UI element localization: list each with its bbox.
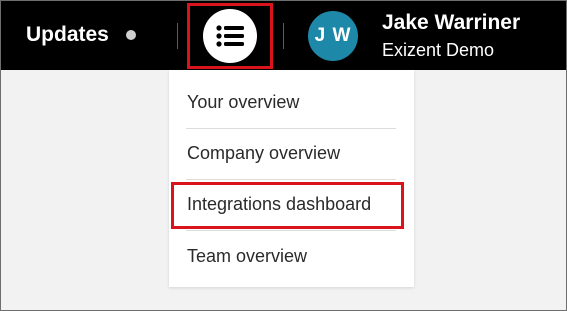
menu-divider <box>186 179 396 180</box>
updates-link[interactable]: Updates <box>26 21 109 49</box>
app-frame: Updates J W Jake Warriner Exizent Demo Y… <box>0 0 567 311</box>
nav-divider <box>283 23 284 49</box>
list-icon <box>216 25 244 47</box>
menu-item-team-overview[interactable]: Team overview <box>187 244 307 268</box>
nav-divider <box>177 23 178 49</box>
menu-button[interactable] <box>203 9 257 63</box>
user-organization: Exizent Demo <box>382 40 495 60</box>
menu-item-company-overview[interactable]: Company overview <box>187 141 340 165</box>
menu-item-your-overview[interactable]: Your overview <box>187 90 299 114</box>
top-navigation-bar: Updates J W Jake Warriner Exizent Demo <box>1 1 566 70</box>
overview-dropdown-menu: Your overview Company overview Integrati… <box>169 70 414 287</box>
menu-divider <box>186 230 396 231</box>
menu-divider <box>186 128 396 129</box>
user-avatar[interactable]: J W <box>308 11 358 61</box>
user-name[interactable]: Jake Warriner <box>382 10 520 36</box>
updates-status-dot <box>126 30 136 40</box>
menu-item-integrations-dashboard[interactable]: Integrations dashboard <box>187 192 371 216</box>
